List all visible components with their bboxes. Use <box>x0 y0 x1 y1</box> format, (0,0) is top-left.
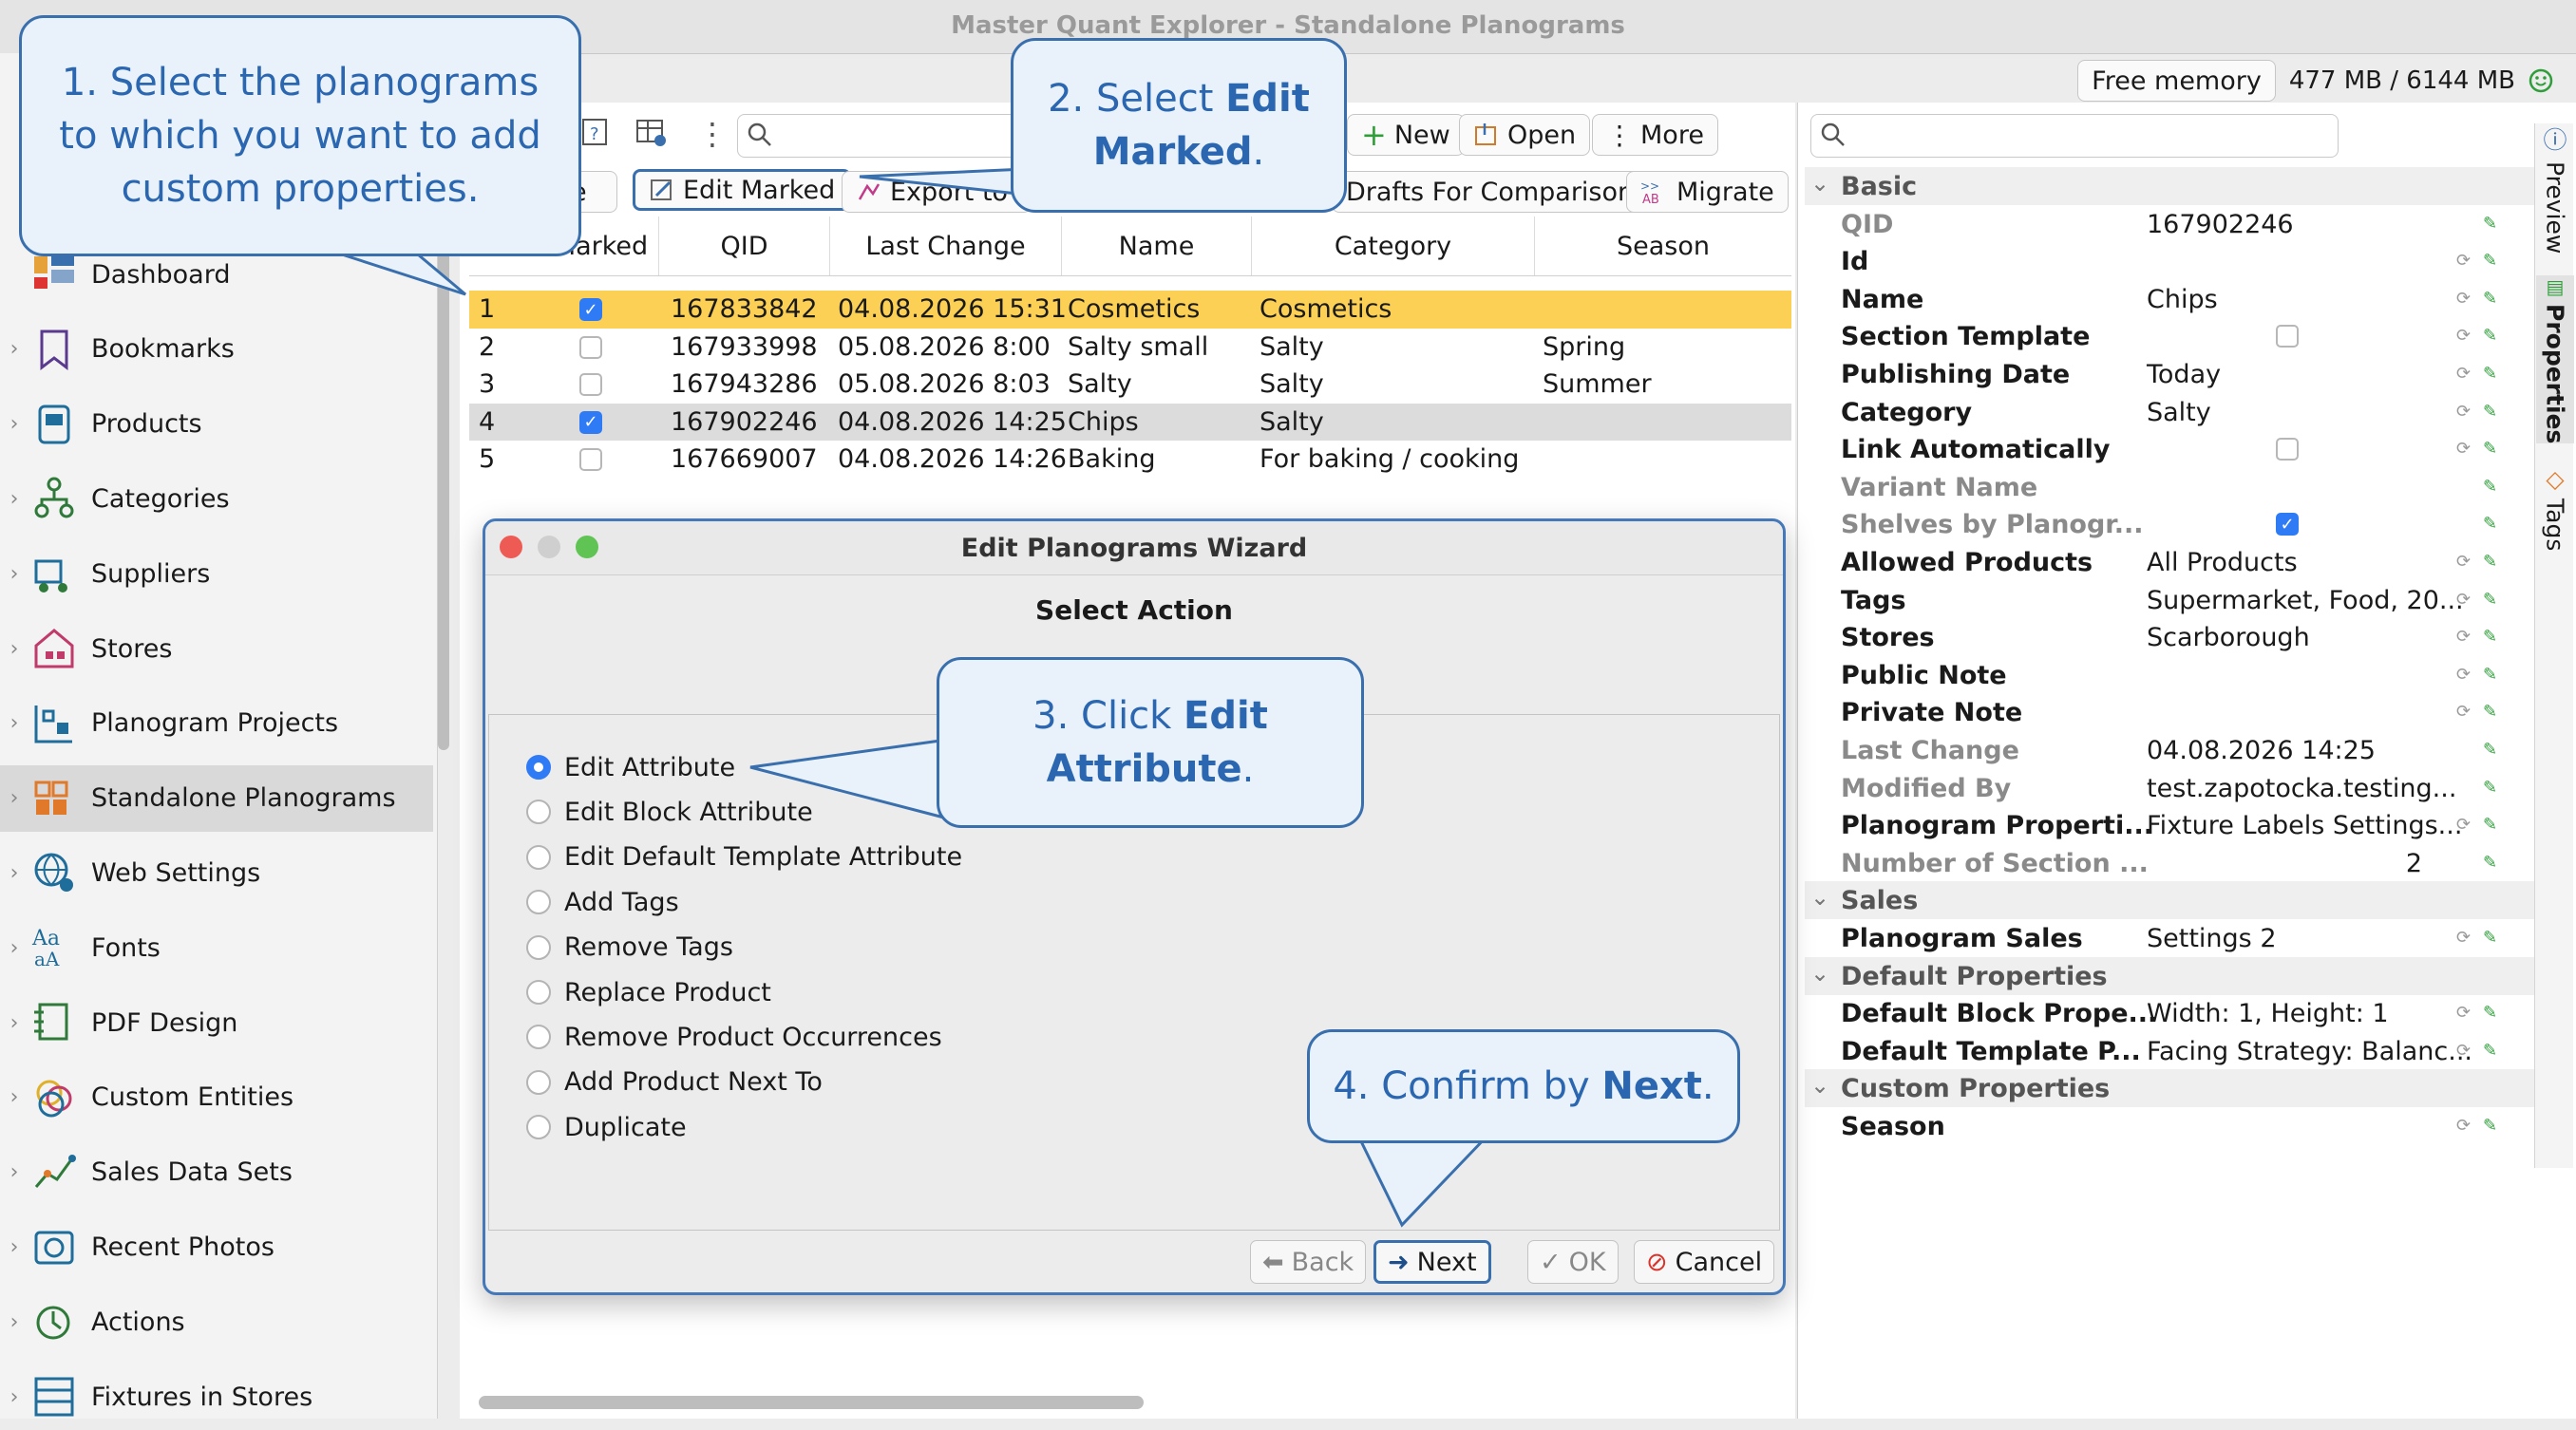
callout-step-4: 4. Confirm by Next. <box>1307 1029 1740 1143</box>
callout-step-3: 3. Click Edit Attribute. <box>937 657 1364 828</box>
callout-step-2: 2. Select Edit Marked. <box>1011 38 1347 213</box>
callout-step-1: 1. Select the planograms to which you wa… <box>19 15 581 256</box>
